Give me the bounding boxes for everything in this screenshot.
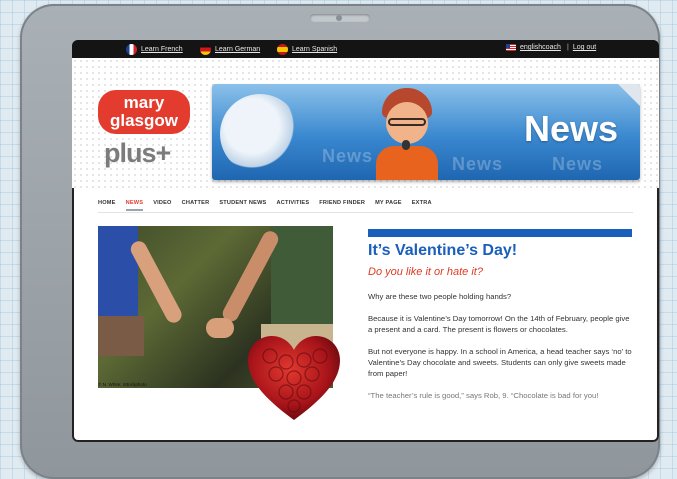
french-flag-icon — [126, 44, 137, 55]
nav-item-activities[interactable]: ACTIVITIES — [276, 200, 309, 211]
nav-item-friend-finder[interactable]: FRIEND FINDER — [319, 200, 365, 211]
logo-brand-line1: mary — [123, 93, 165, 112]
rose-heart-icon — [248, 336, 340, 420]
article-title: It’s Valentine’s Day! — [368, 242, 518, 259]
nav-item-video[interactable]: VIDEO — [153, 200, 171, 211]
tablet-speaker — [310, 14, 370, 22]
tablet-frame: Learn French Learn German Learn Spanish … — [20, 4, 660, 479]
spanish-flag-icon — [277, 44, 288, 55]
nav-item-extra[interactable]: EXTRA — [412, 200, 432, 211]
reporter-illustration — [372, 88, 442, 180]
banner-ghost-text: News — [322, 146, 374, 166]
article-subtitle: Do you like it or hate it? — [368, 266, 483, 278]
article-accent-bar — [368, 229, 632, 237]
nav-item-student-news[interactable]: STUDENT NEWS — [219, 200, 266, 211]
site-header: mary glasgow plus+ News News News News — [72, 58, 659, 188]
satellite-dish-icon — [220, 94, 300, 174]
photo-holding-hands — [206, 318, 234, 338]
article-paragraph: Why are these two people holding hands? — [368, 292, 512, 301]
tablet-camera — [336, 15, 342, 21]
photo-boy-shirt — [271, 226, 333, 326]
nav-item-home[interactable]: HOME — [98, 200, 116, 211]
nav-divider — [98, 212, 633, 213]
article-body: It’s Valentine’s Day! Do you like it or … — [368, 242, 632, 412]
learn-spanish-label: Learn Spanish — [292, 46, 338, 53]
nav-item-chatter[interactable]: CHATTER — [182, 200, 210, 211]
article-paragraph: But not everyone is happy. In a school i… — [368, 347, 632, 378]
nav-item-my-page[interactable]: MY PAGE — [375, 200, 402, 211]
learn-french-label: Learn French — [141, 46, 183, 53]
banner-title: News — [523, 108, 618, 149]
us-flag-icon — [506, 44, 516, 51]
banner-page-fold — [618, 84, 640, 106]
nav-item-news[interactable]: NEWS — [125, 200, 144, 211]
account-link[interactable]: englishcoach — [506, 44, 561, 51]
german-flag-icon — [200, 44, 211, 55]
microphone-icon — [402, 140, 410, 150]
learn-french-link[interactable]: Learn French — [126, 44, 183, 55]
logo-brand-line2: glasgow — [109, 111, 178, 130]
news-banner: News News News News — [212, 84, 640, 180]
learn-german-label: Learn German — [215, 46, 261, 53]
main-nav: HOME NEWS VIDEO CHATTER STUDENT NEWS ACT… — [98, 200, 432, 211]
account-label: englishcoach — [520, 44, 561, 51]
topbar-separator: | — [567, 44, 569, 51]
article-paragraph: Because it is Valentine’s Day tomorrow! … — [368, 314, 630, 334]
tablet-screen: Learn French Learn German Learn Spanish … — [72, 40, 659, 442]
photo-caption: © N. White; iStockphoto — [98, 382, 147, 387]
article-paragraph: “The teacher’s rule is good,” says Rob, … — [368, 391, 599, 400]
logo-plus: plus+ — [104, 138, 171, 168]
banner-ghost-text: News — [452, 154, 504, 174]
reporter-body — [376, 146, 438, 180]
logout-link[interactable]: Log out — [573, 44, 596, 51]
learn-german-link[interactable]: Learn German — [200, 44, 260, 55]
reporter-glasses — [388, 118, 426, 126]
site-logo[interactable]: mary glasgow plus+ — [90, 82, 200, 172]
photo-girl-shirt — [98, 226, 138, 316]
photo-girl-shorts — [98, 316, 144, 356]
learn-spanish-link[interactable]: Learn Spanish — [277, 44, 337, 55]
banner-ghost-text: News — [552, 154, 604, 174]
top-bar: Learn French Learn German Learn Spanish … — [72, 40, 659, 58]
logo-brand: mary glasgow — [98, 90, 190, 134]
logout-area: | Log out — [567, 44, 596, 51]
